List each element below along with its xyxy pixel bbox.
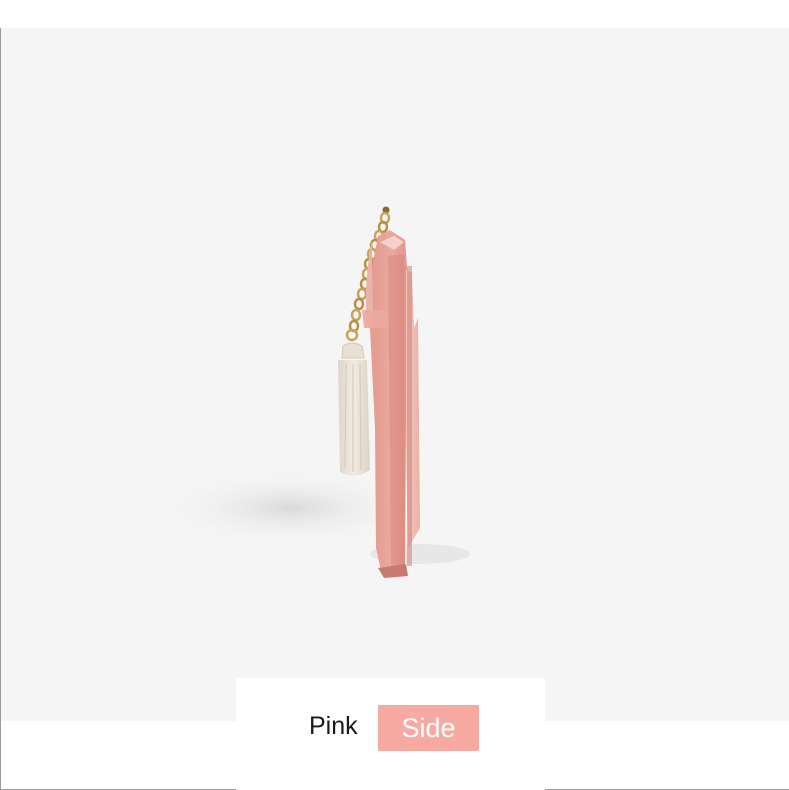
wallet-side-view-image: [160, 206, 470, 578]
frame-left-border: [0, 28, 1, 790]
view-tag: Side: [378, 705, 479, 751]
tassel-charm: [338, 342, 370, 476]
wallet-shadow: [160, 470, 470, 564]
color-label: Pink: [309, 712, 358, 740]
product-image-page: Pink Side: [0, 0, 789, 790]
